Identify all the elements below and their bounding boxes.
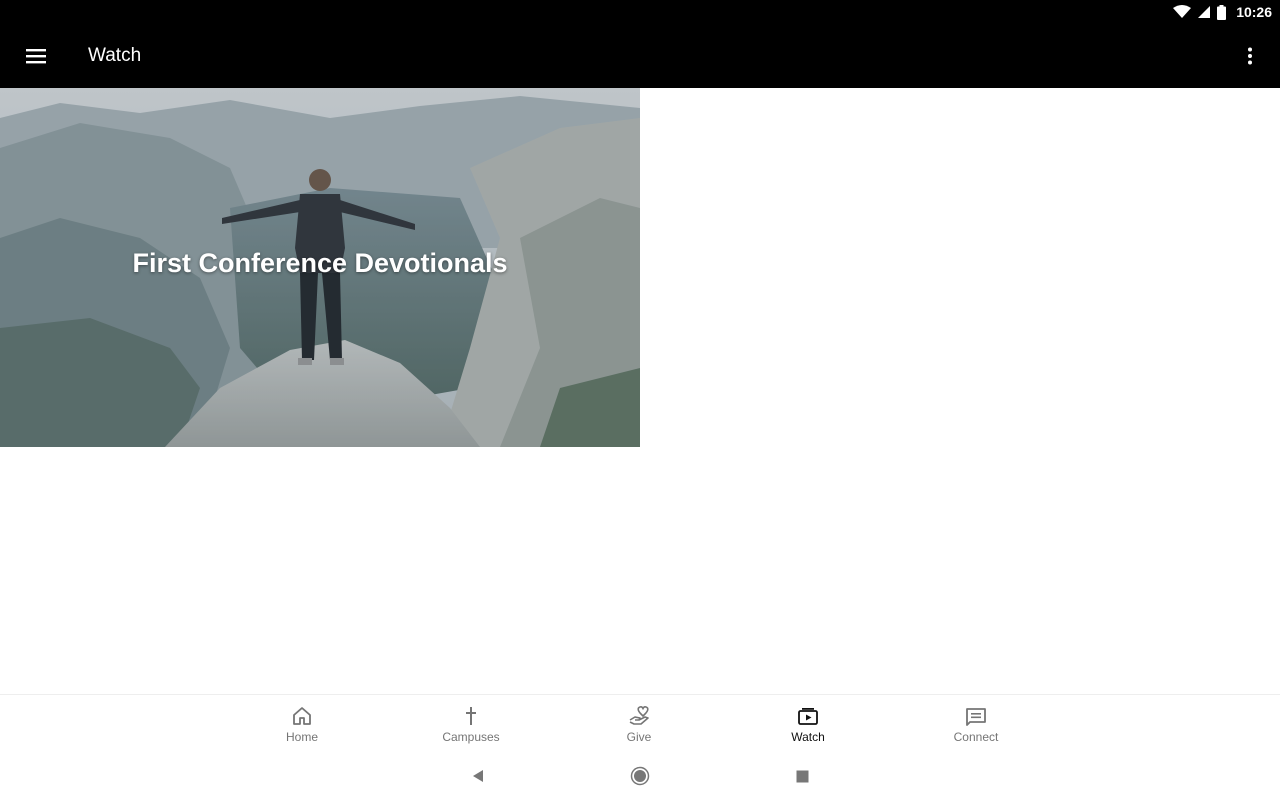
nav-item-give[interactable]: Give (584, 695, 694, 753)
home-circle-icon (630, 766, 650, 786)
nav-label-campuses: Campuses (442, 730, 500, 744)
cell-signal-icon (1198, 6, 1211, 18)
back-button[interactable] (466, 764, 490, 788)
wifi-icon (1173, 5, 1192, 18)
nav-label-give: Give (626, 730, 652, 744)
status-bar: 10:26 (0, 0, 1280, 24)
nav-label-connect: Connect (953, 730, 999, 744)
bottom-navigation: Home Campuses Give Watch Connect (0, 694, 1280, 752)
give-hand-heart-icon (629, 706, 649, 725)
nav-item-home[interactable]: Home (247, 695, 357, 753)
recents-button[interactable] (790, 764, 814, 788)
home-icon (293, 707, 311, 725)
page-title: Watch (88, 45, 142, 66)
status-clock: 10:26 (1236, 4, 1272, 20)
nav-item-connect[interactable]: Connect (921, 695, 1031, 753)
nav-item-watch[interactable]: Watch (753, 695, 863, 753)
app-bar: Watch (0, 24, 1280, 88)
card-title: First Conference Devotionals (132, 248, 508, 278)
cross-icon (466, 707, 476, 725)
recents-square-icon (796, 770, 808, 782)
menu-button[interactable] (0, 24, 72, 88)
overflow-menu-button[interactable] (1220, 24, 1280, 88)
nav-label-home: Home (285, 730, 318, 744)
battery-icon (1217, 4, 1227, 20)
media-card[interactable]: First Conference Devotionals (0, 88, 640, 447)
video-play-icon (798, 708, 818, 725)
system-navigation-bar (0, 752, 1280, 800)
more-vert-icon (1248, 47, 1252, 65)
back-triangle-icon (473, 770, 483, 782)
message-icon (966, 708, 986, 726)
nav-label-watch: Watch (791, 730, 825, 744)
home-system-button[interactable] (628, 764, 652, 788)
hamburger-menu-icon (26, 49, 46, 64)
nav-item-campuses[interactable]: Campuses (416, 695, 526, 753)
content-area: First Conference Devotionals (0, 88, 1280, 694)
